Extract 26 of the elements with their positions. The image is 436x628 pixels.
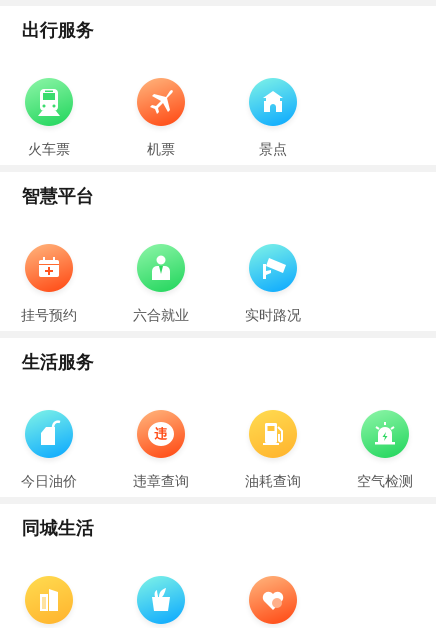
service-label: 挂号预约 [21, 307, 77, 326]
service-label: 油耗查询 [245, 473, 301, 492]
service-button[interactable] [137, 78, 185, 126]
service-label: 火车票 [28, 141, 70, 160]
service-button[interactable] [137, 244, 185, 292]
section-title: 出行服务 [21, 20, 95, 42]
service-label: 实时路况 [245, 307, 301, 326]
service-label: 机票 [147, 141, 175, 160]
violation-mark: 违 [148, 422, 174, 446]
service-label: 空气检测 [357, 473, 413, 492]
section-title: 同城生活 [21, 518, 95, 540]
service-button[interactable] [361, 410, 409, 458]
service-button[interactable]: 违 [137, 410, 185, 458]
service-button[interactable] [25, 410, 73, 458]
section-title: 智慧平台 [21, 186, 95, 208]
service-button[interactable] [249, 410, 297, 458]
service-button[interactable] [249, 576, 297, 624]
section-title: 生活服务 [20, 352, 95, 374]
service-button[interactable] [25, 576, 73, 624]
service-button[interactable] [249, 244, 297, 292]
service-button[interactable] [25, 244, 73, 292]
service-label: 六合就业 [133, 307, 189, 326]
service-label: 景点 [259, 141, 287, 160]
service-label: 今日油价 [21, 473, 77, 492]
service-button[interactable] [25, 78, 73, 126]
service-label: 违章查询 [133, 473, 189, 492]
